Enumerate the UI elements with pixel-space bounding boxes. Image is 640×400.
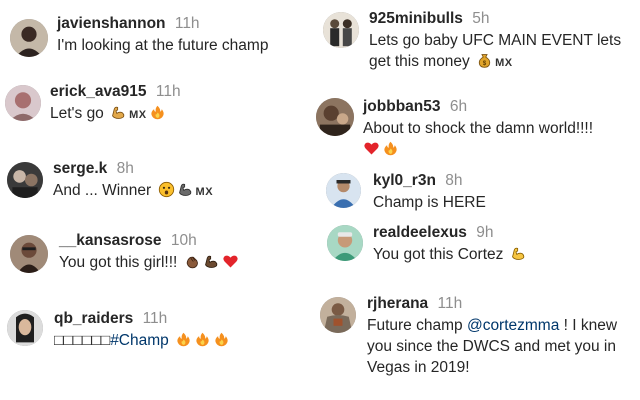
fire-icon	[382, 140, 399, 157]
timestamp: 8h	[445, 172, 463, 189]
username[interactable]: 925minibulls	[369, 10, 463, 27]
avatar[interactable]	[7, 310, 43, 346]
avatar[interactable]	[5, 85, 41, 121]
comment-text: About to shock the damn world!!!!	[363, 119, 640, 161]
comment-text: □□□□□□#Champ	[54, 331, 314, 352]
username[interactable]: javienshannon	[57, 15, 166, 32]
unrendered-characters: □□□□□□	[54, 331, 111, 349]
clapping-hands-icon	[184, 253, 201, 270]
timestamp: 11h	[142, 310, 168, 327]
username[interactable]: qb_raiders	[54, 310, 133, 327]
username[interactable]: jobbban53	[363, 98, 441, 115]
avatar[interactable]	[327, 225, 363, 261]
comment-text: You got this Cortez	[373, 245, 640, 266]
comment-line: you since the DWCS and met you in	[367, 337, 616, 355]
fire-icon	[194, 331, 211, 348]
avatar[interactable]	[7, 162, 43, 198]
comment-line: ! I knew	[563, 316, 618, 334]
comment-line: Champ is HERE	[373, 193, 486, 211]
fire-icon	[175, 331, 192, 348]
timestamp: 11h	[174, 15, 200, 32]
comment-line-1: Future champ @cortezmma ! I knew	[367, 316, 640, 337]
astonished-face-icon	[158, 181, 175, 198]
fire-icon	[149, 104, 166, 121]
comment-text: Future champ @cortezmma ! I knew you sin…	[367, 316, 640, 379]
comment-text: Champ is HERE	[373, 193, 640, 214]
flag-text: MX	[129, 108, 147, 121]
avatar[interactable]	[10, 235, 48, 273]
username[interactable]: serge.k	[53, 160, 107, 177]
timestamp: 11h	[155, 83, 181, 100]
comment-line: Let's go	[50, 104, 104, 122]
username[interactable]: erick_ava915	[50, 83, 147, 100]
comment-line: About to shock the damn world!!!!	[363, 119, 594, 137]
comment-line: Future champ	[367, 316, 463, 334]
fire-icon	[213, 331, 230, 348]
flexed-biceps-dark-icon	[203, 253, 220, 270]
avatar[interactable]	[323, 12, 359, 48]
comment-line: get this money	[369, 52, 470, 70]
comment-text: You got this girl!!!	[59, 253, 319, 274]
comment-line: And ... Winner	[53, 181, 152, 199]
avatar[interactable]	[326, 173, 361, 208]
money-bag-icon: $	[476, 52, 493, 69]
comment-line-2: get this money $ MX	[369, 52, 640, 73]
comment-line: You got this girl!!!	[59, 253, 178, 271]
flag-text: MX	[195, 185, 214, 198]
emoji-line	[363, 140, 640, 161]
comment-line: You got this Cortez	[373, 245, 504, 263]
avatar[interactable]	[316, 98, 354, 136]
timestamp: 5h	[472, 10, 490, 27]
comment-text: Lets go baby UFC MAIN EVENT lets get thi…	[369, 31, 640, 73]
comment-line: I'm looking at the future champ	[57, 36, 269, 54]
comment-text: And ... Winner MX	[53, 181, 313, 202]
comment-text: I'm looking at the future champ	[57, 36, 317, 57]
timestamp: 6h	[449, 98, 468, 115]
flexed-biceps-dark-icon	[177, 181, 194, 198]
red-heart-icon	[363, 140, 380, 157]
red-heart-icon	[222, 253, 239, 270]
avatar[interactable]	[10, 19, 48, 57]
username[interactable]: __kansasrose	[59, 232, 162, 249]
flexed-biceps-icon	[510, 245, 527, 262]
timestamp: 10h	[170, 232, 197, 249]
username[interactable]: rjherana	[367, 295, 428, 312]
comment-line: Lets go baby UFC MAIN EVENT lets	[369, 31, 622, 49]
avatar[interactable]	[320, 297, 356, 333]
comment-line: Vegas in 2019!	[367, 358, 470, 376]
comment-text: Let's go MX	[50, 104, 310, 125]
timestamp: 8h	[116, 160, 134, 177]
hashtag-link[interactable]: #Champ	[110, 332, 169, 349]
username[interactable]: kyl0_r3n	[373, 172, 436, 189]
username[interactable]: realdeelexus	[373, 224, 467, 241]
mention-link[interactable]: @cortezmma	[467, 317, 559, 334]
flag-text: MX	[495, 56, 513, 69]
timestamp: 11h	[437, 295, 463, 312]
flexed-biceps-icon	[110, 104, 127, 121]
timestamp: 9h	[476, 224, 494, 241]
